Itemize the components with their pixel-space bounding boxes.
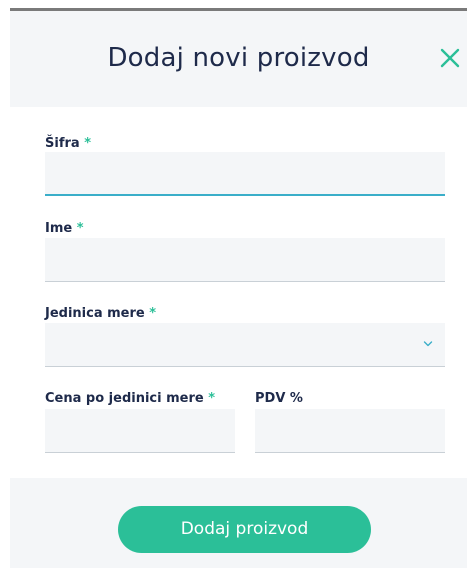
add-product-modal: Dodaj novi proizvod Šifra * Ime * Jedini… [0,0,467,568]
name-required-mark: * [76,221,84,236]
price-label: Cena po jedinici mere * [45,391,215,406]
code-label: Šifra * [45,136,91,151]
close-icon [440,48,460,68]
unit-label-text: Jedinica mere [45,306,145,321]
unit-required-mark: * [149,306,157,321]
code-label-text: Šifra [45,136,80,151]
chevron-down-icon [423,341,433,347]
name-label-text: Ime [45,221,73,236]
modal-header: Dodaj novi proizvod [10,11,467,107]
unit-select[interactable] [45,323,445,367]
vat-label-text: PDV % [255,391,303,406]
modal-title: Dodaj novi proizvod [107,43,370,73]
modal-footer: Dodaj proizvod [10,478,467,568]
add-product-button[interactable]: Dodaj proizvod [118,506,371,553]
vat-label: PDV % [255,391,303,406]
code-required-mark: * [84,136,92,151]
name-label: Ime * [45,221,84,236]
price-label-text: Cena po jedinici mere [45,391,204,406]
close-button[interactable] [439,47,461,69]
code-input[interactable] [45,152,445,196]
price-required-mark: * [208,391,216,406]
price-input[interactable] [45,409,235,453]
vat-input[interactable] [255,409,445,453]
name-input[interactable] [45,238,445,282]
unit-label: Jedinica mere * [45,306,156,321]
